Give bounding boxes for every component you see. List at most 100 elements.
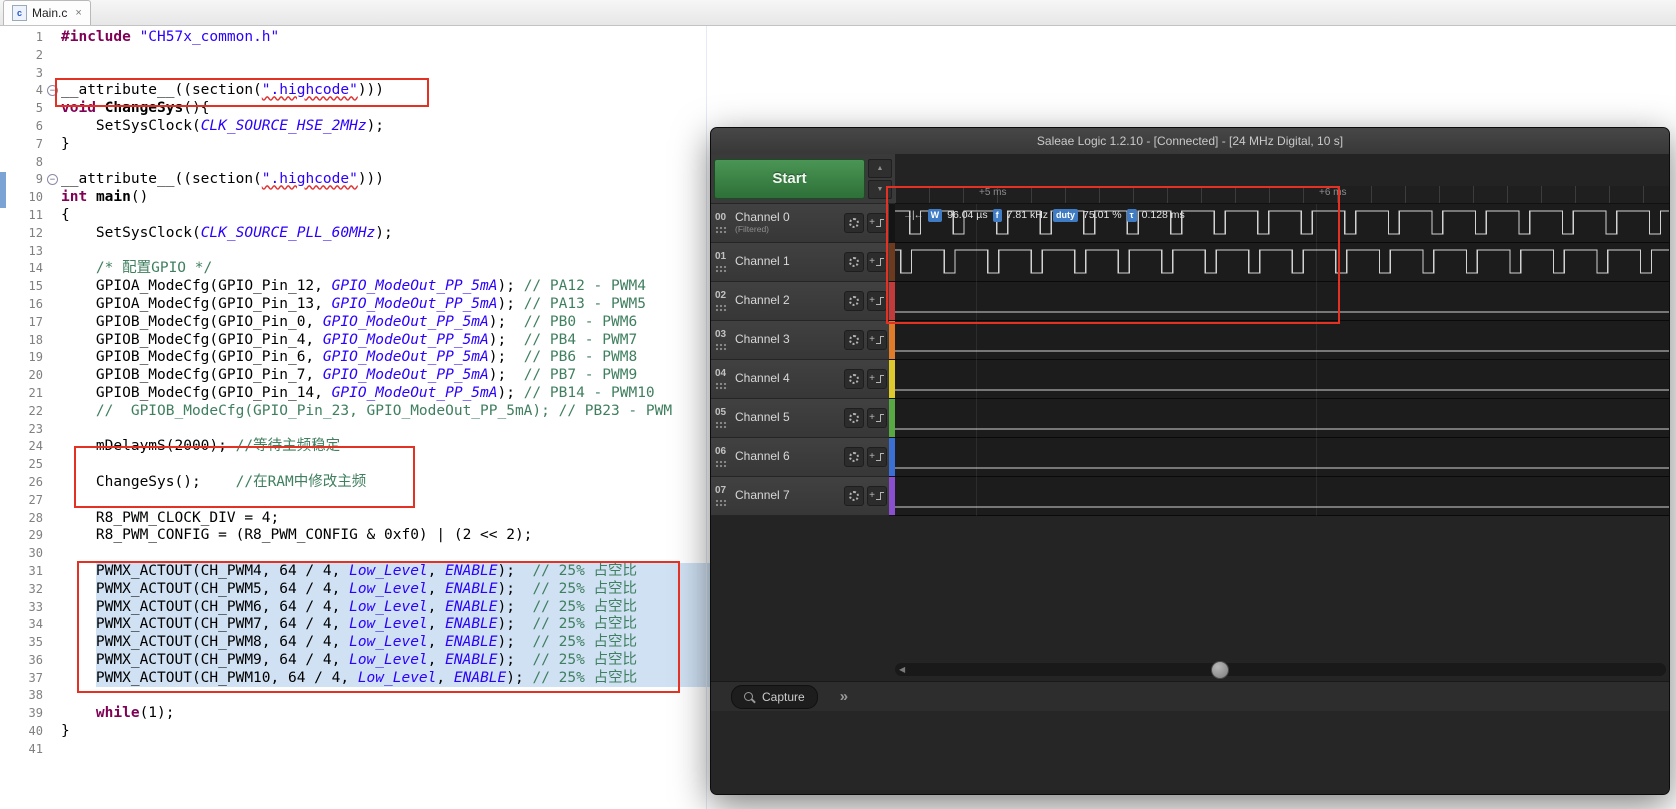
waveform-lane[interactable] xyxy=(895,321,1669,360)
code-line[interactable]: 3 xyxy=(0,65,1676,83)
waveform-trace xyxy=(895,350,1669,352)
selection-highlight: PWMX_ACTOUT(CH_PWM5, 64 / 4, Low_Level, … xyxy=(95,580,712,599)
channel-index: 05 xyxy=(715,407,727,418)
channel-trigger-button[interactable]: + xyxy=(867,291,887,311)
channel-drag-handle[interactable] xyxy=(715,421,728,429)
fold-column xyxy=(46,634,61,652)
channel-settings-button[interactable] xyxy=(844,252,864,272)
channel-drag-handle[interactable] xyxy=(715,226,728,234)
code-token: Low_Level xyxy=(349,580,428,597)
channel-trigger-button[interactable]: + xyxy=(867,252,887,272)
channel-trigger-button[interactable]: + xyxy=(867,369,887,389)
fold-column xyxy=(46,687,61,705)
line-number: 36 xyxy=(28,652,43,667)
channel-settings-button[interactable] xyxy=(844,213,864,233)
scroll-up-button[interactable]: ▲ xyxy=(868,158,892,178)
scrollbar-left-arrow-icon[interactable]: ◀ xyxy=(895,665,905,674)
code-token: int xyxy=(61,189,88,206)
channel-row-left: 00 xyxy=(715,212,735,234)
channel-drag-handle[interactable] xyxy=(715,304,728,312)
channel-row-left: 03 xyxy=(715,329,735,351)
fold-column[interactable]: − xyxy=(46,171,61,189)
code-line[interactable]: 4− __attribute__((section(".highcode"))) xyxy=(0,82,1676,100)
waveform-lane[interactable] xyxy=(895,399,1669,438)
code-token: (1); xyxy=(139,705,175,722)
expand-chevrons-icon[interactable]: » xyxy=(840,688,848,705)
fold-column xyxy=(46,599,61,617)
code-text: PWMX_ACTOUT(CH_PWM5, 64 / 4, Low_Level, … xyxy=(61,580,712,599)
waveform-lane[interactable] xyxy=(895,477,1669,516)
waveform-lane[interactable] xyxy=(895,360,1669,399)
channel-trigger-button[interactable]: + xyxy=(867,408,887,428)
waveform-lane[interactable] xyxy=(895,438,1669,477)
tab-close-icon[interactable]: × xyxy=(75,7,81,19)
fold-marker-icon[interactable]: − xyxy=(47,174,58,186)
code-token: GPIO_ModeOut_PP_5mA xyxy=(331,278,498,295)
channel-row[interactable]: 07 Channel 7 + xyxy=(711,477,889,516)
code-token: ); xyxy=(497,295,524,312)
waveform-area[interactable]: →|← W 96.04 µs f 7.81 kHz duty 75.01 % τ 0.128 m… xyxy=(895,204,1669,516)
code-text: GPIOB_ModeCfg(GPIO_Pin_0, GPIO_ModeOut_P… xyxy=(61,314,637,332)
gear-icon xyxy=(849,257,859,267)
code-line[interactable]: 1 #include "CH57x_common.h" xyxy=(0,29,1676,47)
capture-button[interactable]: Capture xyxy=(731,684,818,709)
channel-settings-button[interactable] xyxy=(844,330,864,350)
rising-edge-icon xyxy=(875,296,885,306)
fold-column xyxy=(46,616,61,634)
channel-trigger-button[interactable]: + xyxy=(867,213,887,233)
rising-edge-icon xyxy=(875,452,885,462)
time-ruler[interactable]: +5 ms +6 ms xyxy=(895,186,1669,203)
channel-row[interactable]: 02 Channel 2 + xyxy=(711,282,889,321)
channel-drag-handle[interactable] xyxy=(715,460,728,468)
channel-trigger-button[interactable]: + xyxy=(867,447,887,467)
rising-edge-icon xyxy=(875,491,885,501)
channel-label-box: Channel 2 xyxy=(735,294,841,308)
channel-drag-handle[interactable] xyxy=(715,499,728,507)
scroll-down-button[interactable]: ▼ xyxy=(868,179,892,199)
start-button[interactable]: Start xyxy=(714,158,865,199)
channel-drag-handle[interactable] xyxy=(715,382,728,390)
code-text: GPIOB_ModeCfg(GPIO_Pin_14, GPIO_ModeOut_… xyxy=(61,385,655,403)
channel-settings-button[interactable] xyxy=(844,486,864,506)
channel-label-box: Channel 1 xyxy=(735,255,841,269)
waveform-scrollbar[interactable]: ◀ xyxy=(895,661,1666,679)
code-token: // PB14 - PWM10 xyxy=(523,384,655,401)
channel-row[interactable]: 01 Channel 1 + xyxy=(711,243,889,282)
channel-row[interactable]: 06 Channel 6 + xyxy=(711,438,889,477)
channel-row[interactable]: 03 Channel 3 + xyxy=(711,321,889,360)
code-line[interactable]: 2 xyxy=(0,47,1676,65)
channel-trigger-button[interactable]: + xyxy=(867,486,887,506)
channel-settings-button[interactable] xyxy=(844,369,864,389)
waveform-lane[interactable] xyxy=(895,243,1669,282)
channel-settings-button[interactable] xyxy=(844,291,864,311)
channel-trigger-button[interactable]: + xyxy=(867,330,887,350)
fold-marker-icon[interactable]: − xyxy=(47,85,58,97)
code-token: SetSysClock( xyxy=(61,224,201,241)
fold-column xyxy=(46,581,61,599)
channel-row-left: 01 xyxy=(715,251,735,273)
tab-main-c[interactable]: c Main.c × xyxy=(3,0,91,25)
channel-row[interactable]: 04 Channel 4 + xyxy=(711,360,889,399)
code-token: ); xyxy=(375,224,393,241)
channel-drag-handle[interactable] xyxy=(715,265,728,273)
waveform-lane[interactable] xyxy=(895,282,1669,321)
rising-edge-icon xyxy=(875,374,885,384)
channel-index: 01 xyxy=(715,251,727,262)
channel-row[interactable]: 00 Channel 0 (Filtered) + xyxy=(711,204,889,243)
channel-settings-button[interactable] xyxy=(844,408,864,428)
line-number: 1 xyxy=(35,30,43,44)
code-token: mDelaymS(2000); xyxy=(61,438,236,455)
fold-column[interactable]: − xyxy=(46,82,61,100)
code-token: Low_Level xyxy=(349,651,428,668)
channel-label-box: Channel 7 xyxy=(735,489,841,503)
logic-window-titlebar[interactable]: Saleae Logic 1.2.10 - [Connected] - [24 … xyxy=(711,128,1669,155)
scrollbar-thumb[interactable] xyxy=(1211,661,1229,679)
channel-row[interactable]: 05 Channel 5 + xyxy=(711,399,889,438)
channel-settings-button[interactable] xyxy=(844,447,864,467)
measurement-value: 75.01 % xyxy=(1083,209,1122,222)
channel-drag-handle[interactable] xyxy=(715,343,728,351)
code-line[interactable]: 5 void ChangeSys(){ xyxy=(0,100,1676,118)
line-number: 2 xyxy=(35,47,43,62)
measurement-value: 96.04 µs xyxy=(947,209,988,222)
